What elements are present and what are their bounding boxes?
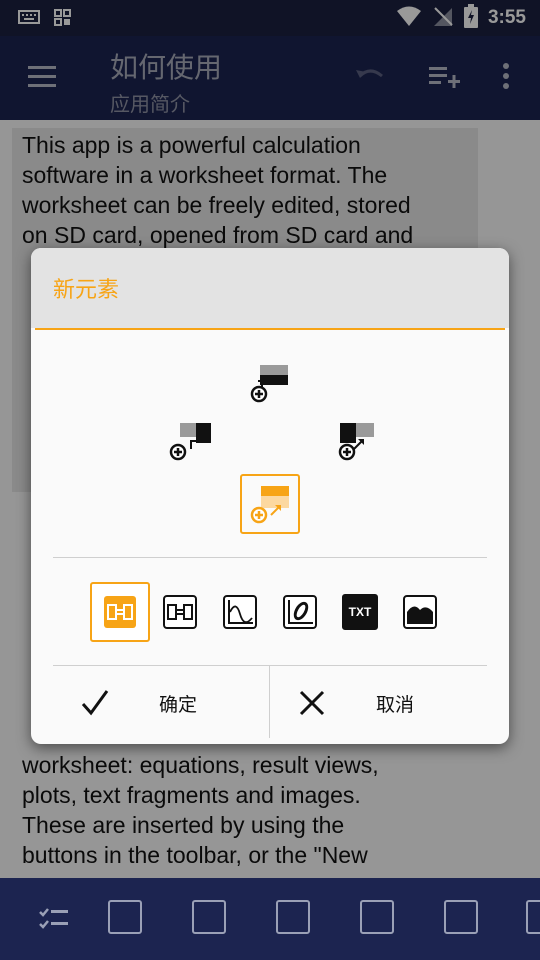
toolbar-plot-icon[interactable]: [276, 900, 310, 934]
bottom-toolbar: [0, 878, 540, 960]
divider: [53, 665, 487, 666]
plot-icon[interactable]: [210, 582, 270, 642]
new-element-dialog: 新元素 TXT 确定 取消: [31, 248, 509, 744]
insert-above-icon[interactable]: [241, 352, 301, 412]
image-icon[interactable]: [390, 582, 450, 642]
toolbar-text-icon[interactable]: [444, 900, 478, 934]
header-divider: [35, 328, 505, 330]
insert-right-icon[interactable]: [323, 410, 383, 470]
divider: [53, 557, 487, 558]
cancel-button[interactable]: 取消: [270, 668, 509, 738]
close-icon: [299, 690, 325, 716]
ok-button[interactable]: 确定: [31, 668, 269, 738]
checklist-icon[interactable]: [38, 906, 70, 936]
text-icon[interactable]: TXT: [330, 582, 390, 642]
toolbar-parametric-plot-icon[interactable]: [360, 900, 394, 934]
toolbar-image-icon[interactable]: [526, 900, 540, 934]
ok-button-label: 确定: [159, 693, 198, 716]
toolbar-equation-icon[interactable]: [108, 900, 142, 934]
cancel-button-label: 取消: [376, 693, 415, 716]
insert-below-icon[interactable]: [240, 474, 300, 534]
equation-icon[interactable]: [90, 582, 150, 642]
text-icon-label: TXT: [348, 605, 372, 619]
insert-left-icon[interactable]: [160, 410, 220, 470]
check-icon: [81, 690, 109, 716]
parametric-plot-icon[interactable]: [270, 582, 330, 642]
toolbar-result-view-icon[interactable]: [192, 900, 226, 934]
dialog-title: 新元素: [53, 278, 120, 303]
result-view-icon[interactable]: [150, 582, 210, 642]
